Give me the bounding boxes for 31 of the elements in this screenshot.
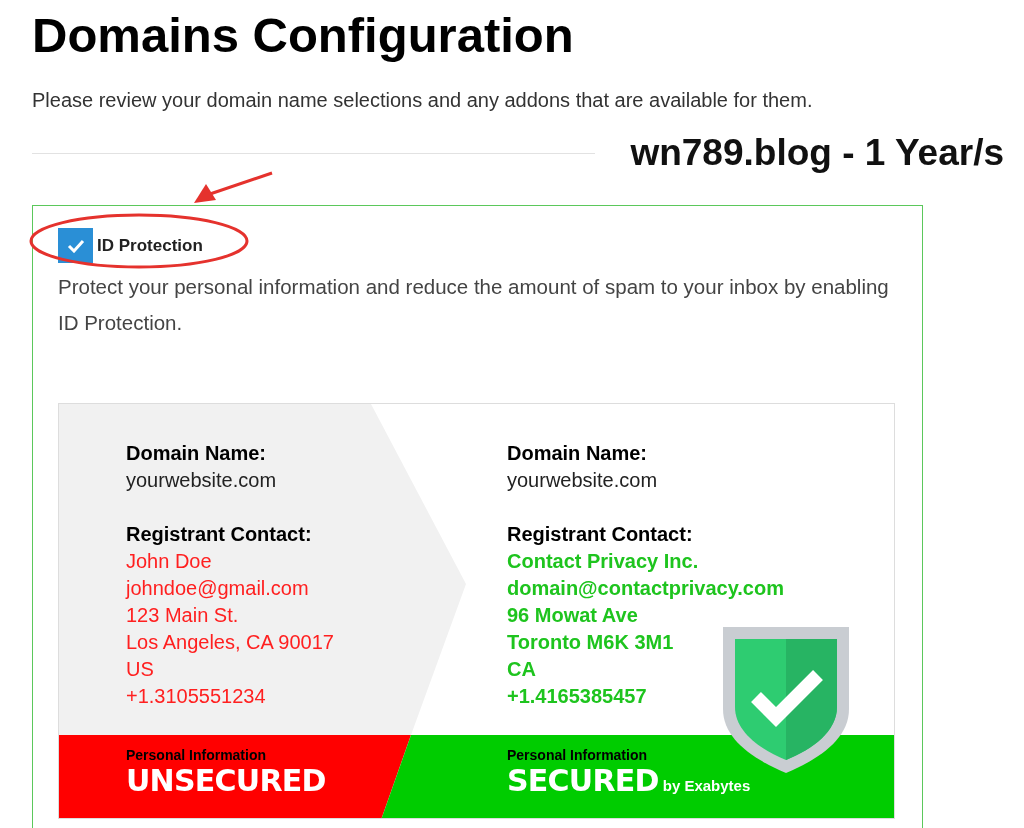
contact-line: +1.3105551234 bbox=[126, 684, 267, 709]
byline-text: by Exabytes bbox=[662, 776, 751, 796]
addon-description: Protect your personal information and reduce the amount of spam to your inbox by enabling ID Protection. bbox=[58, 274, 890, 336]
field-label: Domain Name: bbox=[507, 441, 649, 466]
status-caption: Personal Information bbox=[507, 747, 648, 763]
domain-text: yourwebsite.com bbox=[507, 468, 659, 493]
field-label: Registrant Contact: bbox=[507, 522, 694, 547]
field-label: Domain Name: bbox=[126, 441, 268, 466]
shield-check-icon bbox=[723, 627, 849, 773]
contact-line: John Doe bbox=[126, 549, 213, 574]
contact-line: domain@contactprivacy.com bbox=[507, 576, 785, 601]
contact-line: CA bbox=[507, 657, 537, 682]
contact-line: Toronto M6K 3M1 bbox=[507, 630, 675, 655]
contact-line: 96 Mowat Ave bbox=[507, 603, 639, 628]
status-text: SECURED bbox=[507, 763, 659, 799]
contact-line: US bbox=[126, 657, 155, 682]
contact-line: Los Angeles, CA 90017 bbox=[126, 630, 335, 655]
domain-text: yourwebsite.com bbox=[126, 468, 278, 493]
checkbox[interactable] bbox=[58, 228, 93, 263]
checkbox-label: ID Protection bbox=[97, 234, 203, 257]
contact-line: 123 Main St. bbox=[126, 603, 240, 628]
page-title: Domains Configuration bbox=[32, 7, 574, 64]
domain-heading: wn789.blog - 1 Year/s bbox=[630, 131, 1004, 175]
contact-line: johndoe@gmail.com bbox=[126, 576, 310, 601]
field-label: Registrant Contact: bbox=[126, 522, 313, 547]
contact-line: +1.4165385457 bbox=[507, 684, 648, 709]
status-text: UNSECURED bbox=[126, 763, 326, 799]
check-icon bbox=[66, 238, 85, 253]
page-subtitle: Please review your domain name selections and any addons that are available for them. bbox=[32, 88, 813, 113]
status-caption: Personal Information bbox=[126, 747, 267, 763]
contact-line: Contact Privacy Inc. bbox=[507, 549, 700, 574]
